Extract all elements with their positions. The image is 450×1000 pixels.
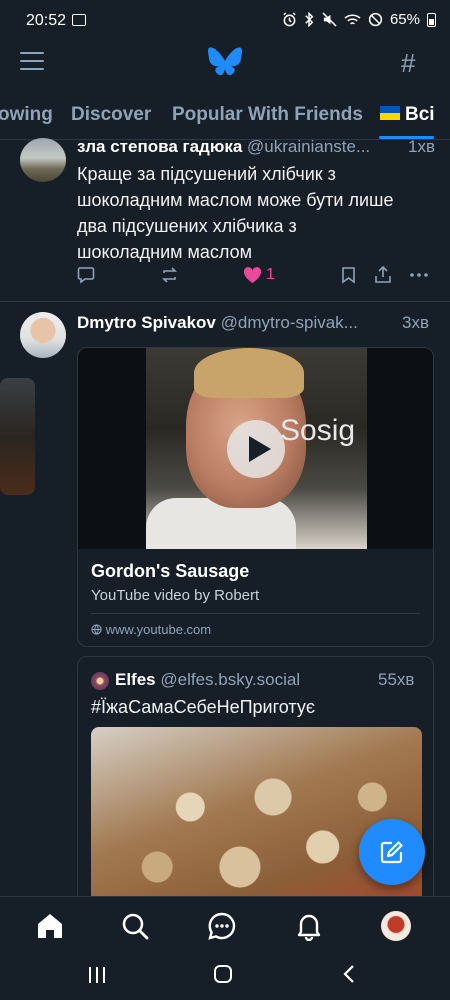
reply-icon[interactable]: [77, 266, 95, 284]
system-nav-bar: [0, 956, 450, 1000]
author-handle[interactable]: @ukrainianste...: [247, 137, 370, 156]
globe-icon: [91, 624, 102, 635]
author-handle[interactable]: @dmytro-spivak...: [221, 313, 358, 332]
post-header: зла степова гадюка @ukrainianste...: [77, 137, 437, 157]
feed-tabs: owing Discover Popular With Friends Всі: [0, 100, 450, 140]
profile-avatar[interactable]: [381, 911, 411, 941]
recent-apps-icon[interactable]: [88, 966, 106, 984]
post-image[interactable]: [91, 727, 422, 915]
mute-icon: [322, 12, 337, 27]
post-time[interactable]: 3хв: [402, 313, 429, 333]
like-count: 1: [266, 266, 275, 283]
status-icons: 65%: [282, 11, 436, 28]
thumbnail-caption: Sosig: [280, 414, 356, 447]
avatar[interactable]: [91, 672, 109, 690]
like-icon[interactable]: [243, 267, 262, 284]
post-actions: 1: [77, 265, 432, 289]
chat-icon[interactable]: [207, 911, 237, 941]
bottom-nav: [0, 896, 450, 956]
gallery-notification-icon: [72, 14, 86, 26]
home-button-icon[interactable]: [213, 964, 233, 984]
link-embed-card[interactable]: Sosig Gordon's Sausage YouTube video by …: [77, 347, 434, 647]
do-not-disturb-icon: [368, 12, 383, 27]
embed-separator: [91, 613, 420, 614]
share-icon[interactable]: [374, 265, 392, 284]
post-text: Краще за підсушений хлібчик з шоколадним…: [77, 164, 394, 262]
avatar[interactable]: [20, 312, 66, 358]
wifi-icon: [344, 13, 361, 24]
tab-following[interactable]: owing: [0, 104, 53, 126]
butterfly-logo: [208, 47, 242, 76]
more-icon[interactable]: [410, 273, 428, 277]
hash-icon[interactable]: #: [401, 48, 415, 79]
post-divider: [0, 301, 450, 302]
post-header: Dmytro Spivakov @dmytro-spivak...: [77, 313, 397, 333]
compose-icon: [380, 841, 403, 864]
play-button[interactable]: [227, 420, 285, 478]
tab-all-label: Всі: [405, 104, 435, 125]
embed-domain: www.youtube.com: [91, 622, 211, 637]
alarm-icon: [283, 12, 296, 27]
tab-discover[interactable]: Discover: [71, 104, 151, 126]
menu-icon[interactable]: [20, 52, 44, 72]
quote-header: Elfes @elfes.bsky.social: [115, 670, 375, 690]
search-icon[interactable]: [120, 911, 150, 941]
home-icon[interactable]: [35, 911, 65, 941]
author-name[interactable]: зла степова гадюка: [77, 137, 242, 156]
avatar[interactable]: [20, 138, 66, 182]
ukraine-flag-icon: [380, 106, 400, 121]
tab-popular-with-friends[interactable]: Popular With Friends: [172, 104, 363, 126]
bookmark-icon[interactable]: [341, 266, 356, 284]
battery-icon: [427, 12, 436, 27]
author-name[interactable]: Elfes: [115, 670, 156, 689]
bluetooth-icon: [305, 12, 314, 27]
tab-all[interactable]: Всі: [380, 104, 435, 126]
video-thumbnail: Sosig: [78, 348, 433, 549]
quote-text: #ЇжаСамаСебеНеПриготує: [91, 697, 316, 717]
play-icon: [249, 436, 271, 462]
embed-description: YouTube video by Robert: [91, 587, 260, 604]
battery-percent: 65%: [389, 11, 420, 28]
repost-icon[interactable]: [160, 266, 179, 284]
post-time[interactable]: 1хв: [408, 137, 435, 157]
embed-title: Gordon's Sausage: [91, 561, 250, 581]
author-handle[interactable]: @elfes.bsky.social: [160, 670, 300, 689]
compose-button[interactable]: [359, 819, 425, 885]
back-icon[interactable]: [342, 965, 356, 983]
post-time[interactable]: 55хв: [378, 670, 414, 690]
status-bar: 20:52 65%: [0, 0, 450, 44]
notifications-icon[interactable]: [294, 911, 324, 941]
side-image: [0, 378, 35, 495]
author-name[interactable]: Dmytro Spivakov: [77, 313, 216, 332]
embed-domain-text: www.youtube.com: [105, 622, 212, 637]
status-time: 20:52: [26, 12, 67, 29]
